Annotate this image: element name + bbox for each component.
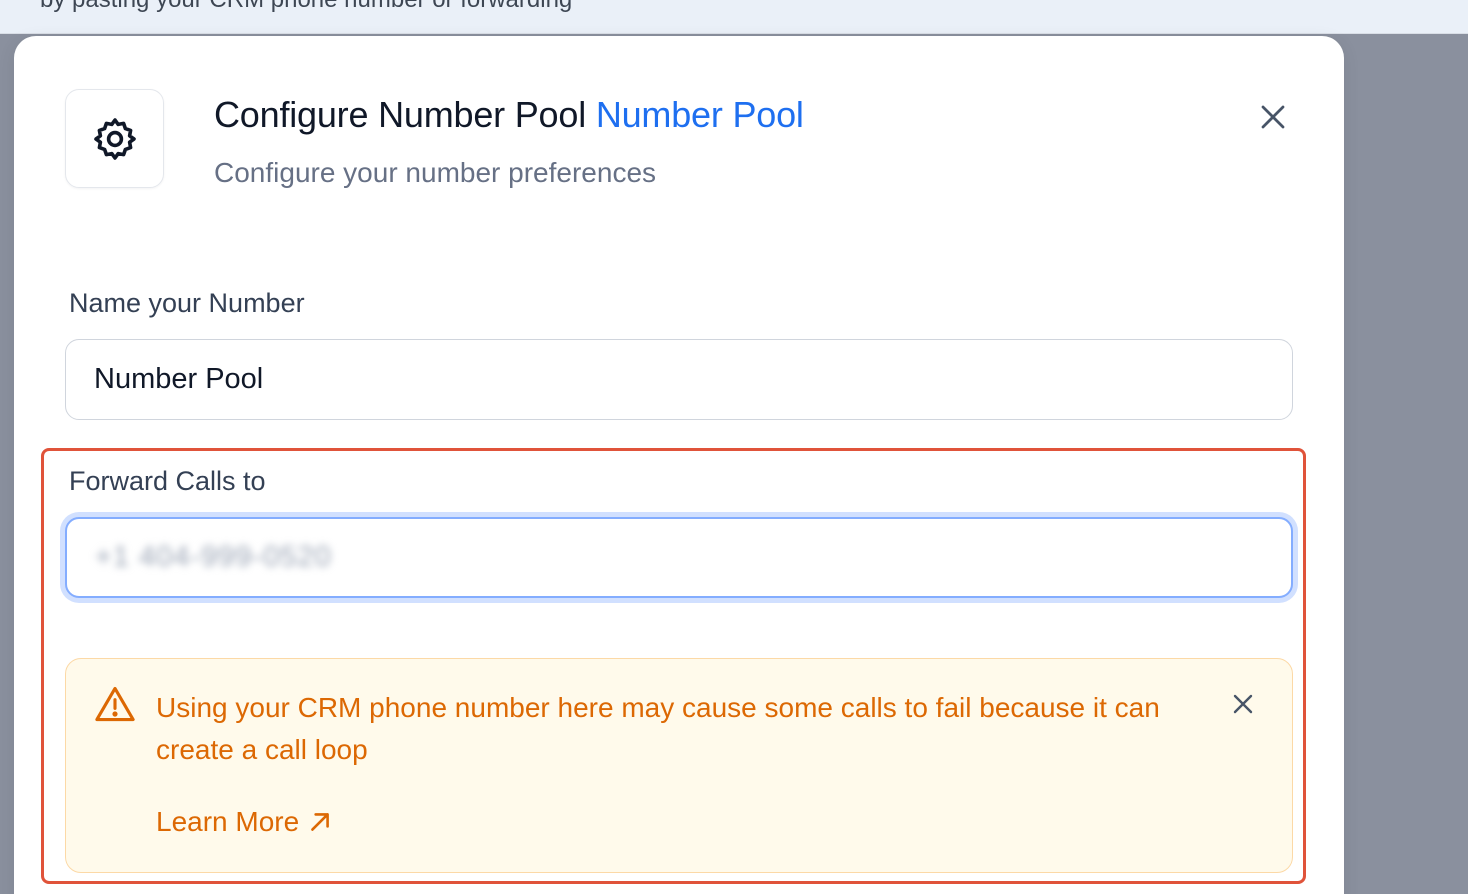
- call-loop-warning-alert: Using your CRM phone number here may cau…: [65, 658, 1293, 873]
- modal-subtitle: Configure your number preferences: [214, 157, 657, 188]
- close-icon: [1233, 694, 1253, 714]
- name-input[interactable]: Number Pool: [65, 339, 1293, 420]
- modal-title-accent: Number Pool: [595, 94, 804, 135]
- forward-calls-input[interactable]: +1 404-999-0520: [65, 517, 1293, 598]
- gear-icon: [93, 117, 136, 160]
- learn-more-link[interactable]: Learn More: [156, 806, 333, 838]
- learn-more-label: Learn More: [156, 806, 300, 837]
- forward-field-label: Forward Calls to: [69, 466, 266, 496]
- header-icon-box: [65, 89, 164, 188]
- warning-triangle-icon: [95, 686, 135, 722]
- alert-close-button[interactable]: [1226, 687, 1260, 721]
- modal-title: Configure Number Pool Number Pool: [214, 94, 804, 136]
- warning-message: Using your CRM phone number here may cau…: [156, 692, 1160, 765]
- configure-number-modal: Configure Number Pool Number Pool Config…: [14, 36, 1344, 894]
- arrow-up-right-icon: [311, 813, 330, 831]
- close-icon: [1261, 105, 1285, 129]
- background-page-strip: by pasting your CRM phone number or forw…: [0, 0, 1468, 34]
- modal-title-text: Configure Number Pool: [214, 94, 586, 135]
- forward-input-value: +1 404-999-0520: [95, 541, 332, 573]
- name-field-label: Name your Number: [69, 288, 305, 318]
- background-cut-text: by pasting your CRM phone number or forw…: [40, 0, 572, 14]
- name-input-value: Number Pool: [94, 363, 264, 395]
- modal-close-button[interactable]: [1252, 96, 1294, 138]
